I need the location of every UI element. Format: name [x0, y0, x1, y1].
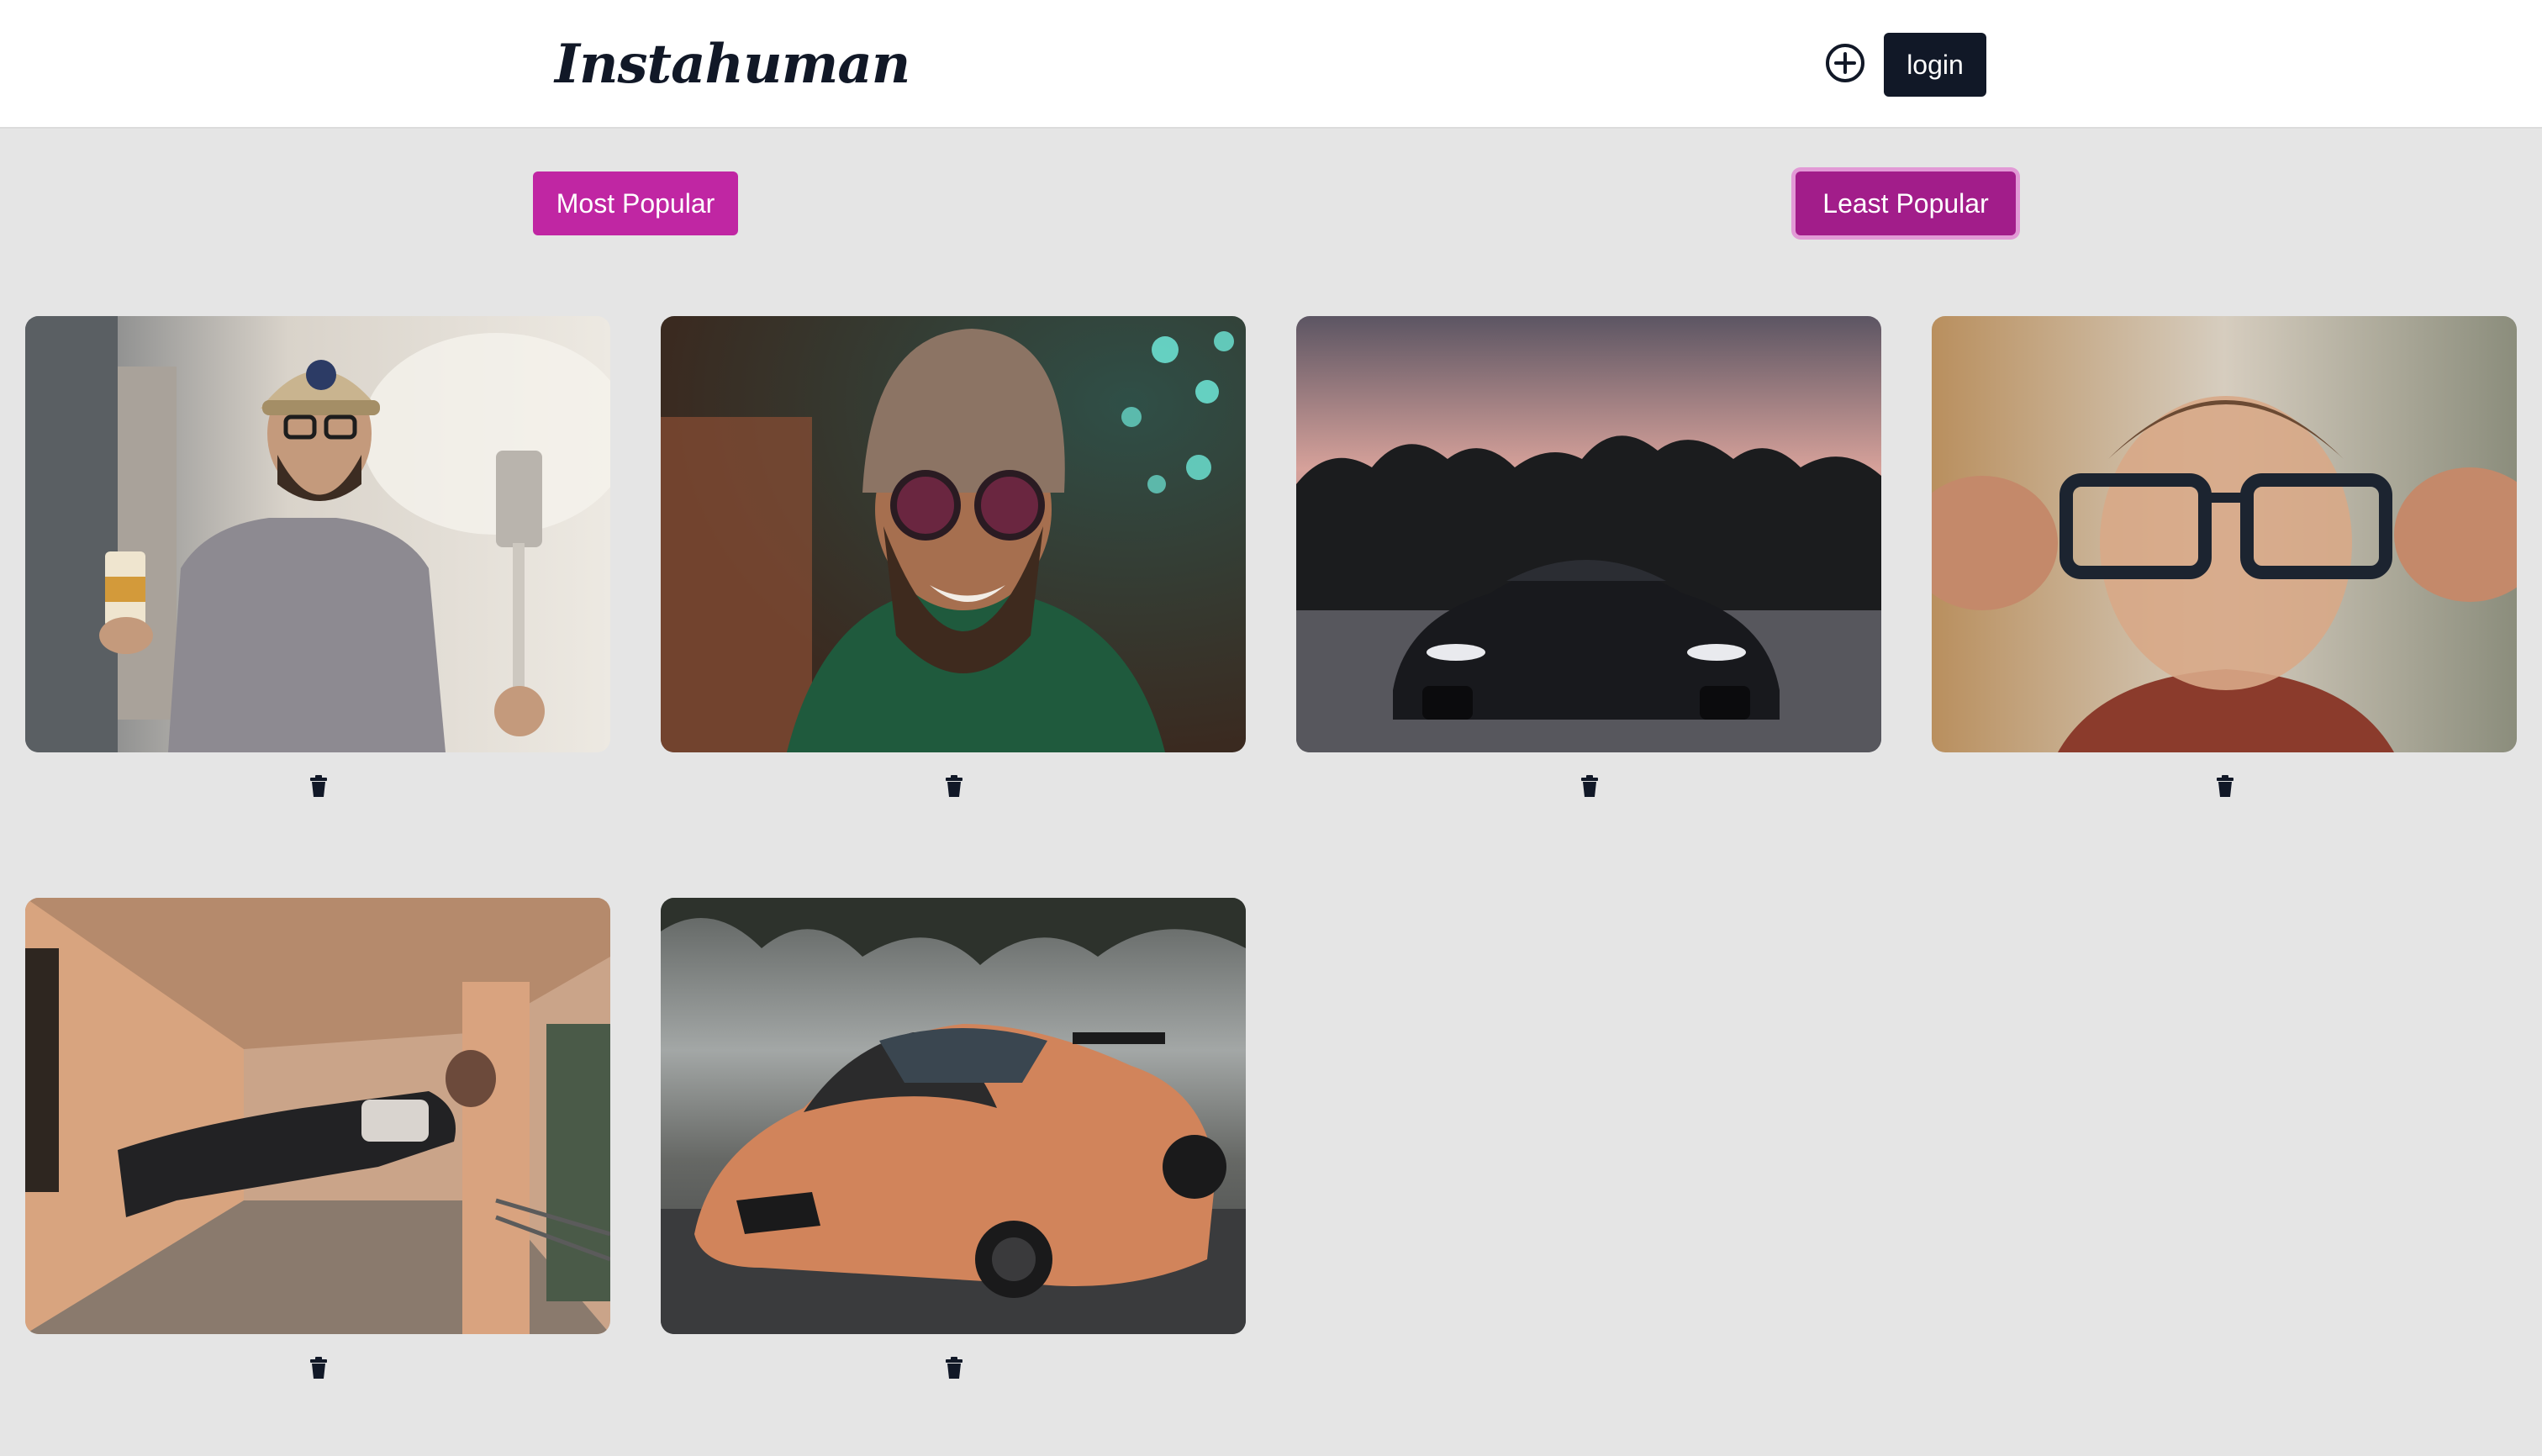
orange-sports-car-photo[interactable] — [661, 898, 1246, 1334]
man-holding-glasses-photo[interactable] — [1932, 316, 2517, 752]
trash-icon[interactable] — [946, 775, 962, 797]
post-card — [25, 316, 610, 797]
trash-icon[interactable] — [2217, 775, 2233, 797]
black-sedan-sunset-photo[interactable] — [1296, 316, 1881, 752]
trash-icon[interactable] — [946, 1357, 962, 1379]
post-card — [661, 316, 1246, 797]
man-floating-hallway-photo[interactable] — [25, 898, 610, 1334]
post-card — [1932, 316, 2517, 797]
post-card — [661, 898, 1246, 1379]
trash-icon[interactable] — [310, 1357, 327, 1379]
app-logo[interactable]: Instahuman — [555, 27, 910, 103]
post-card — [25, 898, 610, 1379]
trash-icon[interactable] — [1581, 775, 1598, 797]
most-popular-button[interactable]: Most Popular — [533, 171, 738, 235]
least-popular-button[interactable]: Least Popular — [1796, 171, 2016, 235]
bearded-man-with-goggles-photo[interactable] — [661, 316, 1246, 752]
post-card — [1296, 316, 1881, 797]
man-with-spatula-photo[interactable] — [25, 316, 610, 752]
trash-icon[interactable] — [310, 775, 327, 797]
top-navbar: Instahuman login — [0, 0, 2542, 129]
plus-circle-icon[interactable] — [1824, 42, 1866, 84]
login-button[interactable]: login — [1884, 33, 1986, 97]
